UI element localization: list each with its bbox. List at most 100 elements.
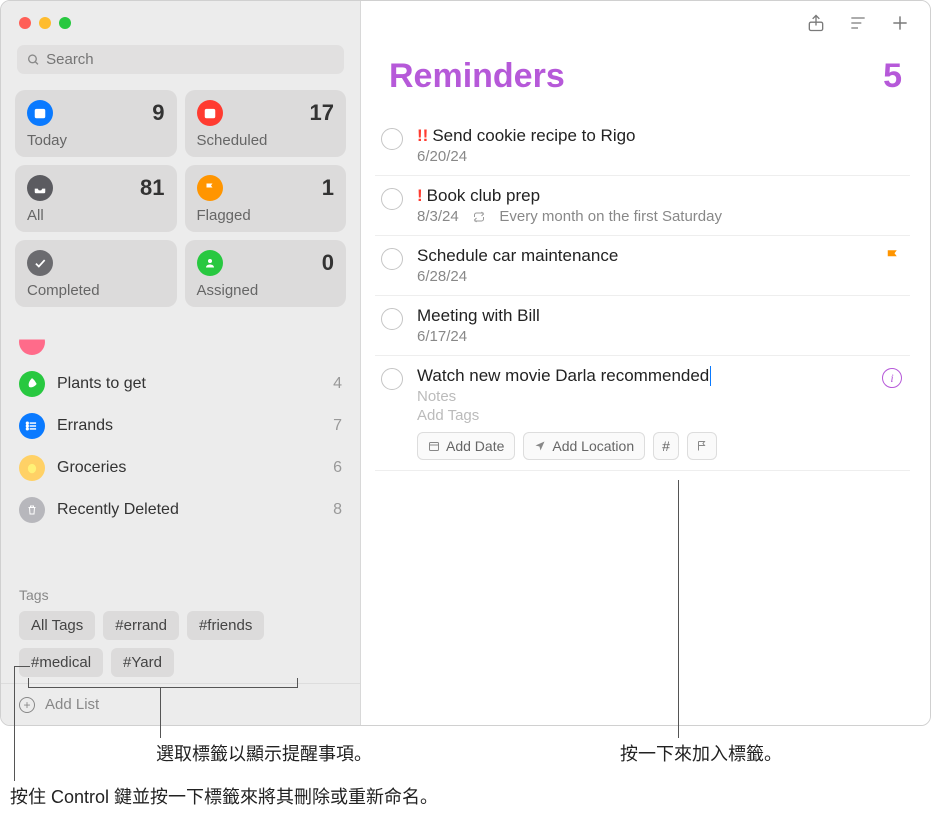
reminder-title-text: Schedule car maintenance	[417, 246, 618, 266]
callout-add-tag: 按一下來加入標籤。	[620, 740, 782, 766]
reminder-title[interactable]: !! Send cookie recipe to Rigo	[417, 126, 910, 146]
tag-chip[interactable]: #friends	[187, 611, 264, 640]
list-item[interactable]: Plants to get 4	[15, 363, 346, 405]
titlebar	[1, 1, 360, 45]
search-icon	[27, 53, 40, 67]
smart-count: 9	[152, 100, 164, 126]
reminder-item[interactable]: Schedule car maintenance 6/28/24	[375, 236, 910, 296]
list-title: Reminders	[389, 57, 565, 96]
calendar-icon	[197, 100, 223, 126]
list-count: 7	[333, 417, 342, 435]
window-controls	[19, 17, 71, 29]
callout-control-click: 按住 Control 鍵並按一下標籤來將其刪除或重新命名。	[10, 783, 438, 809]
search-wrap	[1, 45, 360, 80]
callout-select-tag: 選取標籤以顯示提醒事項。	[156, 740, 372, 766]
search-field[interactable]	[17, 45, 344, 74]
reminder-title[interactable]: Schedule car maintenance	[417, 246, 910, 266]
smart-count: 0	[322, 250, 334, 276]
list-count: 6	[333, 459, 342, 477]
reminder-addtags-placeholder[interactable]: Add Tags	[417, 407, 910, 424]
trash-icon	[19, 497, 45, 523]
tags-wrap: All Tags #errand #friends #medical #Yard	[19, 611, 342, 677]
reminder-title-text: Meeting with Bill	[417, 306, 540, 326]
view-icon[interactable]	[848, 13, 868, 33]
list-count: 4	[333, 375, 342, 393]
reminder-body: Watch new movie Darla recommended Notes …	[417, 366, 910, 460]
add-date-button[interactable]: Add Date	[417, 432, 515, 460]
reminder-body: Schedule car maintenance 6/28/24	[417, 246, 910, 285]
reminder-title-text: Send cookie recipe to Rigo	[432, 126, 635, 146]
flag-icon	[197, 175, 223, 201]
priority-indicator: !	[417, 186, 423, 206]
share-icon[interactable]	[806, 13, 826, 33]
reminder-title[interactable]: Watch new movie Darla recommended	[417, 366, 910, 386]
leaf-icon	[19, 371, 45, 397]
person-icon	[197, 250, 223, 276]
list-item[interactable]	[15, 321, 346, 363]
add-list-button[interactable]: + Add List	[1, 683, 360, 725]
search-input[interactable]	[46, 51, 334, 68]
list-count: 5	[883, 57, 902, 96]
reminder-meta: 8/3/24 Every month on the first Saturday	[417, 208, 910, 225]
my-lists: Plants to get 4 Errands 7 Groceries 6 Re…	[1, 317, 360, 577]
reminder-meta: 6/17/24	[417, 328, 910, 345]
smart-list-today[interactable]: 9 Today	[15, 90, 177, 157]
check-icon	[27, 250, 53, 276]
list-icon	[19, 413, 45, 439]
add-location-button[interactable]: Add Location	[523, 432, 645, 460]
lemon-icon	[19, 455, 45, 481]
add-icon[interactable]	[890, 13, 910, 33]
plus-circle-icon: +	[19, 697, 35, 713]
minimize-icon[interactable]	[39, 17, 51, 29]
smart-list-scheduled[interactable]: 17 Scheduled	[185, 90, 347, 157]
reminder-checkbox[interactable]	[381, 128, 403, 150]
list-name: Errands	[57, 417, 321, 435]
close-icon[interactable]	[19, 17, 31, 29]
smart-list-completed[interactable]: Completed	[15, 240, 177, 307]
list-item[interactable]: Errands 7	[15, 405, 346, 447]
tag-chip[interactable]: #errand	[103, 611, 179, 640]
tag-chip[interactable]: #medical	[19, 648, 103, 677]
smart-label: Assigned	[197, 282, 335, 299]
repeat-icon	[473, 211, 485, 223]
reminder-checkbox[interactable]	[381, 248, 403, 270]
reminder-checkbox[interactable]	[381, 188, 403, 210]
hash-icon: #	[662, 438, 670, 454]
reminder-item[interactable]: Watch new movie Darla recommended Notes …	[375, 356, 910, 471]
smart-list-flagged[interactable]: 1 Flagged	[185, 165, 347, 232]
reminder-item[interactable]: ! Book club prep 8/3/24 Every month on t…	[375, 176, 910, 236]
smart-list-all[interactable]: 81 All	[15, 165, 177, 232]
add-tag-button[interactable]: #	[653, 432, 679, 460]
smart-list-assigned[interactable]: 0 Assigned	[185, 240, 347, 307]
reminder-item[interactable]: !! Send cookie recipe to Rigo 6/20/24	[375, 116, 910, 176]
list-item[interactable]: Groceries 6	[15, 447, 346, 489]
tags-section: Tags All Tags#errand#friends#medical#Yar…	[1, 577, 360, 683]
add-list-label: Add List	[45, 696, 99, 713]
list-item[interactable]: Recently Deleted 8	[15, 489, 346, 531]
reminder-actions: Add Date Add Location #	[417, 432, 910, 460]
info-icon[interactable]: i	[882, 368, 902, 388]
reminder-title-text: Watch new movie Darla recommended	[417, 366, 711, 386]
reminder-title[interactable]: Meeting with Bill	[417, 306, 910, 326]
smart-count: 1	[322, 175, 334, 201]
smart-label: Completed	[27, 282, 165, 299]
reminders-list: !! Send cookie recipe to Rigo 6/20/24 ! …	[361, 116, 930, 471]
tag-chip[interactable]: All Tags	[19, 611, 95, 640]
list-header: Reminders 5	[361, 45, 930, 116]
list-name: Recently Deleted	[57, 501, 321, 519]
tray-icon	[27, 175, 53, 201]
list-icon	[19, 329, 45, 355]
add-flag-button[interactable]	[687, 432, 717, 460]
maximize-icon[interactable]	[59, 17, 71, 29]
tag-chip[interactable]: #Yard	[111, 648, 174, 677]
reminder-checkbox[interactable]	[381, 308, 403, 330]
reminder-notes-placeholder[interactable]: Notes	[417, 388, 910, 405]
reminder-item[interactable]: Meeting with Bill 6/17/24	[375, 296, 910, 356]
reminder-title-text: Book club prep	[427, 186, 540, 206]
smart-label: Today	[27, 132, 165, 149]
reminder-meta: 6/20/24	[417, 148, 910, 165]
smart-label: Flagged	[197, 207, 335, 224]
reminder-checkbox[interactable]	[381, 368, 403, 390]
calendar-icon	[428, 440, 440, 452]
reminder-title[interactable]: ! Book club prep	[417, 186, 910, 206]
